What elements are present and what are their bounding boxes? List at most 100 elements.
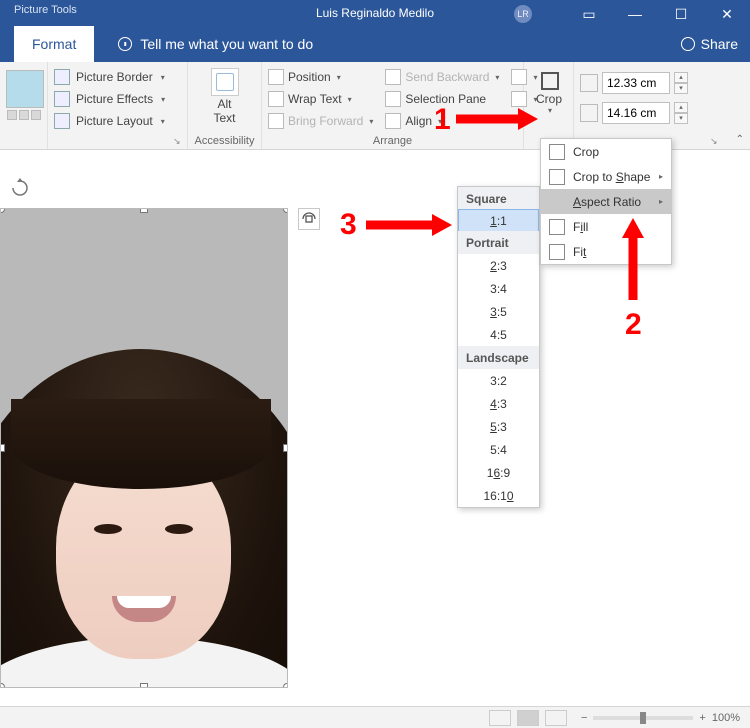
zoom-out-icon[interactable]: −	[581, 712, 587, 724]
handle-top-right[interactable]	[283, 208, 288, 213]
width-up-icon[interactable]: ▴	[674, 102, 688, 113]
bring-forward-button[interactable]: Bring Forward▾	[268, 110, 373, 132]
picture-effects-button[interactable]: Picture Effects▾	[54, 88, 181, 110]
width-down-icon[interactable]: ▾	[674, 113, 688, 124]
styles-next-icon[interactable]	[19, 110, 29, 120]
crop-label: Crop	[536, 92, 562, 106]
group-adjust	[0, 62, 48, 149]
aspect-option-5-3[interactable]: 5:3	[458, 415, 539, 438]
height-down-icon[interactable]: ▾	[674, 83, 688, 94]
styles-launcher-icon[interactable]: ↘	[173, 136, 183, 146]
rotate-handle[interactable]	[10, 178, 30, 198]
aspect-option-16-9[interactable]: 16:9	[458, 461, 539, 484]
aspect-ratio-submenu: Square 1:1 Portrait 2:3 3:4 3:5 4:5 Land…	[457, 186, 540, 508]
zoom-level[interactable]: 100%	[712, 712, 740, 724]
crop-button[interactable]: Crop ▾	[530, 68, 568, 116]
aspect-option-5-4[interactable]: 5:4	[458, 438, 539, 461]
width-input[interactable]: 14.16 cm	[602, 102, 670, 124]
minimize-icon[interactable]: —	[612, 0, 658, 28]
crop-menu-crop-label: Crop	[573, 145, 599, 159]
selection-pane-button[interactable]: Selection Pane	[385, 88, 499, 110]
view-read-mode[interactable]	[489, 710, 511, 726]
group-arrange: Position▾ Wrap Text▾ Bring Forward▾ Send…	[262, 62, 524, 149]
handle-mid-left[interactable]	[0, 444, 5, 452]
title-bar: Picture Tools Luis Reginaldo Medilo LR ▭…	[0, 0, 750, 62]
share-button[interactable]: Share	[681, 26, 738, 62]
view-print-layout[interactable]	[517, 710, 539, 726]
height-up-icon[interactable]: ▴	[674, 72, 688, 83]
align-icon	[385, 113, 401, 129]
share-label: Share	[701, 36, 738, 52]
picture-layout-button[interactable]: Picture Layout▾	[54, 110, 181, 132]
crop-menu-shape[interactable]: Crop to Shape▸	[541, 164, 671, 189]
aspect-option-4-3[interactable]: 4:3	[458, 392, 539, 415]
aspect-header-portrait: Portrait	[458, 231, 539, 254]
tab-format[interactable]: Format	[14, 26, 94, 62]
crop-menu-crop-icon	[549, 144, 565, 160]
handle-top-mid[interactable]	[140, 208, 148, 213]
layout-options-button[interactable]	[298, 208, 320, 230]
close-icon[interactable]: ✕	[704, 0, 750, 28]
handle-bot-left[interactable]	[0, 683, 5, 688]
send-backward-button[interactable]: Send Backward▾	[385, 66, 499, 88]
selected-picture[interactable]	[0, 208, 288, 688]
aspect-option-3-2[interactable]: 3:2	[458, 369, 539, 392]
handle-bot-right[interactable]	[283, 683, 288, 688]
alt-text-icon[interactable]	[211, 68, 239, 96]
maximize-icon[interactable]: ☐	[658, 0, 704, 28]
handle-mid-right[interactable]	[283, 444, 288, 452]
crop-menu-fill-icon	[549, 219, 565, 235]
ribbon-display-options-icon[interactable]: ▭	[566, 0, 612, 28]
collapse-ribbon-icon[interactable]: ⌃	[736, 134, 744, 145]
wrap-label: Wrap Text	[288, 92, 342, 106]
crop-menu-shape-icon	[549, 169, 565, 185]
aspect-option-3-5[interactable]: 3:5	[458, 300, 539, 323]
accessibility-group-label: Accessibility	[188, 135, 261, 147]
wrap-icon	[268, 91, 284, 107]
picture-preset-swatch[interactable]	[6, 70, 44, 108]
aspect-option-3-4[interactable]: 3:4	[458, 277, 539, 300]
aspect-option-4-5[interactable]: 4:5	[458, 323, 539, 346]
position-button[interactable]: Position▾	[268, 66, 373, 88]
handle-top-left[interactable]	[0, 208, 5, 213]
aspect-header-square: Square	[458, 187, 539, 210]
crop-menu-fill[interactable]: Fill	[541, 214, 671, 239]
crop-menu-aspect-ratio[interactable]: Aspect Ratio▸	[541, 189, 671, 214]
group-accessibility: Alt Text Accessibility	[188, 62, 262, 149]
border-icon	[54, 69, 70, 85]
crop-menu-fill-label: Fill	[573, 220, 588, 234]
zoom-thumb[interactable]	[640, 712, 646, 724]
zoom-in-icon[interactable]: +	[699, 712, 705, 724]
handle-bot-mid[interactable]	[140, 683, 148, 688]
height-input[interactable]: 12.33 cm	[602, 72, 670, 94]
forward-icon	[268, 113, 284, 129]
forward-label: Bring Forward	[288, 114, 363, 128]
height-icon	[580, 74, 598, 92]
crop-menu-shape-label: Crop to Shape	[573, 170, 650, 184]
styles-more-icon[interactable]	[31, 110, 41, 120]
view-web-layout[interactable]	[545, 710, 567, 726]
aspect-option-1-1[interactable]: 1:1	[458, 209, 539, 232]
share-icon	[681, 37, 695, 51]
wrap-text-button[interactable]: Wrap Text▾	[268, 88, 373, 110]
picture-layout-label: Picture Layout	[76, 114, 153, 128]
picture-border-button[interactable]: Picture Border▾	[54, 66, 181, 88]
picture-effects-label: Picture Effects	[76, 92, 153, 106]
group-picture-styles: Picture Border▾ Picture Effects▾ Picture…	[48, 62, 188, 149]
tell-me-search[interactable]: Tell me what you want to do	[118, 26, 313, 62]
crop-menu-fit-icon	[549, 244, 565, 260]
status-bar: − + 100%	[0, 706, 750, 728]
align-button[interactable]: Align▾	[385, 110, 499, 132]
user-avatar[interactable]: LR	[514, 5, 532, 23]
aspect-option-2-3[interactable]: 2:3	[458, 254, 539, 277]
crop-menu-fit-label: Fit	[573, 245, 586, 259]
group-crop: Crop ▾	[524, 62, 574, 149]
aspect-option-16-10[interactable]: 16:10	[458, 484, 539, 507]
styles-prev-icon[interactable]	[7, 110, 17, 120]
size-launcher-icon[interactable]: ↘	[710, 136, 720, 146]
aspect-header-landscape: Landscape	[458, 346, 539, 369]
crop-menu-crop[interactable]: Crop	[541, 139, 671, 164]
crop-menu-fit[interactable]: Fit	[541, 239, 671, 264]
arrange-group-label: Arrange	[262, 135, 523, 147]
zoom-slider[interactable]	[593, 716, 693, 720]
